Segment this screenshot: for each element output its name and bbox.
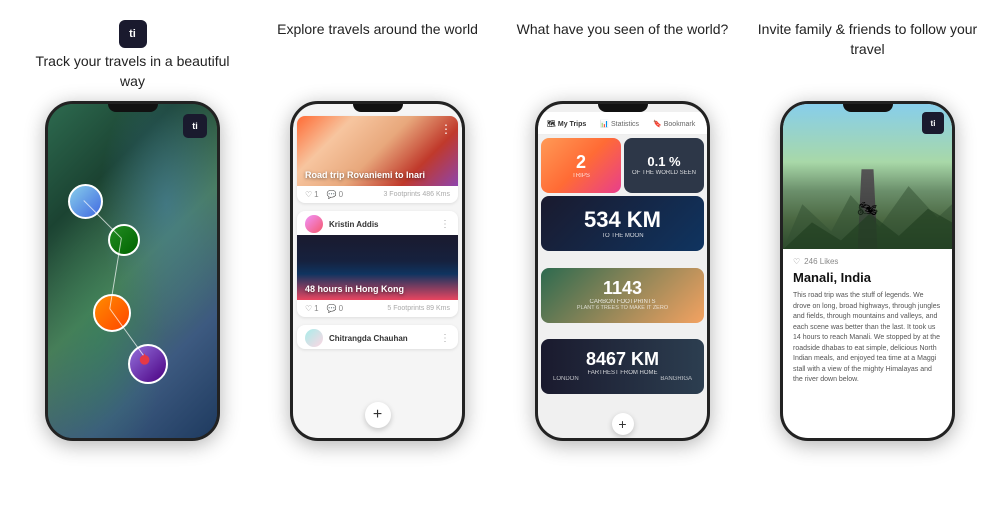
features-row: ti Track your travels in a beautiful way… (0, 0, 1000, 101)
feature-title-2: Explore travels around the world (277, 20, 478, 40)
stat-label-percent: OF THE WORLD SEEN (632, 170, 696, 176)
blog-body-text: This road trip was the stuff of legends.… (793, 291, 942, 386)
feed-user-row-3: Chitrangda Chauhan ⋮ (297, 325, 458, 349)
feed-card-2: Kristin Addis ⋮ 48 hours in Hong Kong ♡ … (297, 211, 458, 317)
phone-feed-wrapper: Road trip Rovaniemi to Inari ⋮ ♡ 1 💬 0 3… (270, 101, 485, 508)
feed-comment-icon-2[interactable]: 💬 0 (327, 304, 343, 313)
feed-card-title-1: Road trip Rovaniemi to Inari (305, 170, 425, 180)
phone-blog: ti 🏍 ♡ 246 Likes (780, 101, 955, 441)
blog-screen: ti 🏍 ♡ 246 Likes (783, 104, 952, 438)
phone-stats: 🗺My Trips 📊Statistics 🔖Bookmark 2 TRIPS (535, 101, 710, 441)
feature-title-4: Invite family & friends to follow your t… (758, 20, 978, 59)
map-app-logo: ti (183, 114, 207, 138)
stat-km: 534 KM TO THE MOON (541, 196, 704, 251)
feed-username-3: Chitrangda Chauhan (329, 334, 408, 343)
feed-meta-right-1: 3 Footprints 486 Kms (383, 191, 450, 198)
feed-card-meta-2: ♡ 1 💬 0 5 Footprints 89 Kms (297, 300, 458, 317)
feed-card-menu-1[interactable]: ⋮ (440, 122, 452, 136)
stats-grid: 2 TRIPS 0.1 % OF THE WORLD SEEN 534 KM T… (538, 135, 707, 410)
feed-meta-left-1: ♡ 1 💬 0 (305, 190, 343, 199)
stat-percent: 0.1 % OF THE WORLD SEEN (624, 138, 704, 193)
stat-farthest: 8467 KM FARTHEST FROM HOME LONDON BANGRI… (541, 339, 704, 394)
feed-card-meta-1: ♡ 1 💬 0 3 Footprints 486 Kms (297, 186, 458, 203)
stats-screen: 🗺My Trips 📊Statistics 🔖Bookmark 2 TRIPS (538, 104, 707, 438)
blog-body: ♡ 246 Likes Manali, India This road trip… (783, 249, 952, 438)
blog-likes: ♡ 246 Likes (793, 257, 942, 266)
stat-label-km: TO THE MOON (601, 233, 643, 239)
phone-map: ti (45, 101, 220, 441)
blog-landscape-svg (783, 177, 952, 250)
map-screen: ti (48, 104, 217, 438)
feed-card-menu-2[interactable]: ⋮ (440, 219, 450, 230)
feed-card-title-2: 48 hours in Hong Kong (305, 284, 404, 294)
stats-add-btn[interactable]: + (538, 410, 707, 438)
feed-like-icon-2[interactable]: ♡ 1 (305, 304, 319, 313)
feed-comment-icon-1[interactable]: 💬 0 (327, 190, 343, 199)
stat-label-farthest: FARTHEST FROM HOME (587, 370, 657, 376)
farthest-to: BANGRIGA (660, 376, 692, 382)
feature-seen: What have you seen of the world? (513, 20, 733, 40)
feed-screen: Road trip Rovaniemi to Inari ⋮ ♡ 1 💬 0 3… (293, 104, 462, 438)
blog-hero-image: ti 🏍 (783, 104, 952, 249)
stat-number-farthest: 8467 KM (586, 350, 659, 368)
feed-card-image-2: 48 hours in Hong Kong (297, 235, 458, 300)
phone-stats-wrapper: 🗺My Trips 📊Statistics 🔖Bookmark 2 TRIPS (515, 101, 730, 508)
stats-tabs: 🗺My Trips 📊Statistics 🔖Bookmark (538, 112, 707, 135)
stat-number-percent: 0.1 % (647, 155, 680, 168)
phone-notch-3 (598, 104, 648, 112)
stat-footprint: 1143 CARBON FOOTPRINTS PLANT 6 TREES TO … (541, 268, 704, 323)
feature-title-1: Track your travels in a beautiful way (23, 52, 243, 91)
phone-map-wrapper: ti (25, 101, 240, 508)
feed-like-icon-1[interactable]: ♡ 1 (305, 190, 319, 199)
stat-number-footprint: 1143 (603, 279, 642, 297)
farthest-cities-row: LONDON BANGRIGA (545, 376, 700, 382)
feed-avatar-3 (305, 329, 323, 347)
stat-number-trips: 2 (576, 153, 586, 171)
phone-feed: Road trip Rovaniemi to Inari ⋮ ♡ 1 💬 0 3… (290, 101, 465, 441)
phone-blog-wrapper: ti 🏍 ♡ 246 Likes (760, 101, 975, 508)
phones-row: ti (0, 101, 1000, 508)
feature-explore: Explore travels around the world (268, 20, 488, 40)
phone-notch-1 (108, 104, 158, 112)
stat-sublabel-footprint: PLANT 6 TREES TO MAKE IT ZERO (577, 305, 668, 311)
feed-avatar-2 (305, 215, 323, 233)
blog-app-logo: ti (922, 112, 944, 134)
stat-label-trips: TRIPS (572, 173, 590, 179)
tab-bookmark[interactable]: 🔖Bookmark (648, 118, 700, 130)
blog-title: Manali, India (793, 270, 942, 285)
feed-meta-right-2: 5 Footprints 89 Kms (387, 305, 450, 312)
feed-user-row-2: Kristin Addis ⋮ (297, 211, 458, 235)
phone-notch-4 (843, 104, 893, 112)
feed-card-3: Chitrangda Chauhan ⋮ (297, 325, 458, 349)
phone-notch-2 (353, 104, 403, 112)
feed-add-btn[interactable]: + (365, 402, 391, 428)
app-logo-1: ti (119, 20, 147, 48)
map-lines-svg (48, 104, 217, 438)
stat-number-km: 534 KM (584, 209, 661, 231)
feature-title-3: What have you seen of the world? (517, 20, 729, 40)
farthest-from: LONDON (553, 376, 579, 382)
tab-statistics[interactable]: 📊Statistics (595, 118, 644, 130)
feature-invite: Invite family & friends to follow your t… (758, 20, 978, 59)
feed-card-image-1: Road trip Rovaniemi to Inari ⋮ (297, 116, 458, 186)
feed-card-menu-3[interactable]: ⋮ (440, 333, 450, 344)
feed-meta-left-2: ♡ 1 💬 0 (305, 304, 343, 313)
heart-icon: ♡ (793, 257, 800, 266)
tab-my-trips[interactable]: 🗺My Trips (542, 118, 591, 130)
stat-trips: 2 TRIPS (541, 138, 621, 193)
feed-username-2: Kristin Addis (329, 220, 378, 229)
feed-card-1: Road trip Rovaniemi to Inari ⋮ ♡ 1 💬 0 3… (297, 116, 458, 203)
feature-track: ti Track your travels in a beautiful way (23, 20, 243, 91)
